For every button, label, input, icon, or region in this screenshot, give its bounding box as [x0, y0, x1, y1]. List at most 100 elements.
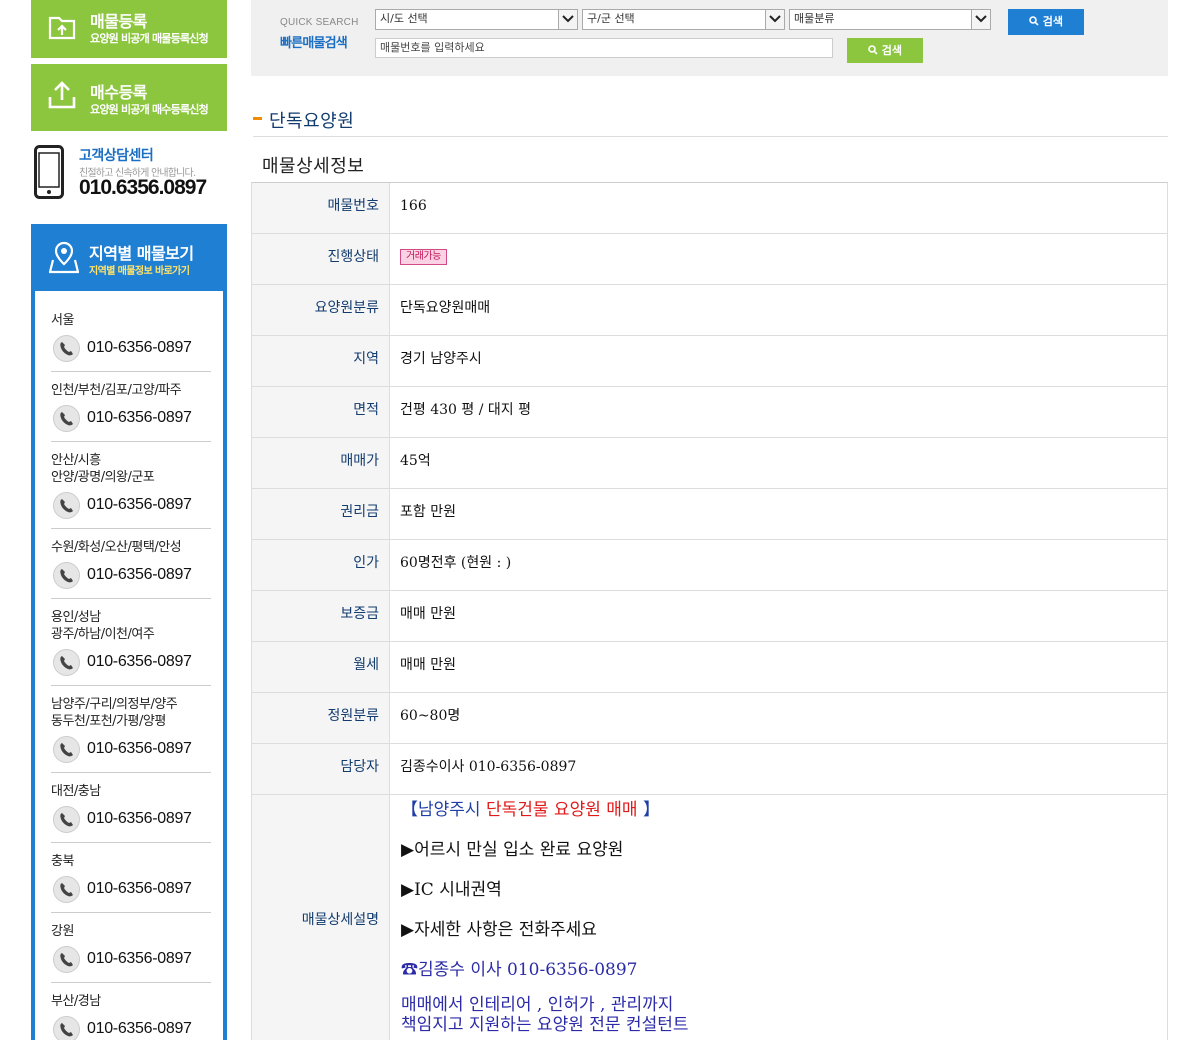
status-badge: 거래가능 — [400, 249, 447, 265]
detail-value-text: 김종수이사 010-6356-0897 — [400, 759, 577, 775]
description-line: ▶자세한 사항은 전화주세요 — [401, 920, 597, 940]
region-phone: 010-6356-0897 — [51, 647, 211, 679]
region-search-label: 검색 — [1042, 15, 1064, 28]
region-name: 인천/부천/김포/고양/파주 — [51, 383, 182, 398]
detail-value-text: 매매 만원 — [400, 657, 456, 673]
quick-search-label-en: QUICK SEARCH — [280, 17, 359, 28]
description-headline: 【남양주시 단독건물 요양원 매매 】 — [401, 799, 1161, 839]
region-panel-title: 지역별 매물보기 — [89, 244, 194, 263]
listing-number-placeholder: 매물번호를 입력하세요 — [380, 41, 485, 54]
detail-label: 정원분류 — [252, 693, 390, 743]
detail-value: 단독요양원매매 — [400, 285, 490, 331]
region-item[interactable]: 안산/시흥 안양/광명/의왕/군포 010-6356-0897 — [51, 442, 211, 529]
region-phone: 010-6356-0897 — [51, 804, 211, 836]
section-title-text: 단독요양원 — [269, 111, 355, 132]
customer-center-phone: 010.6356.0897 — [79, 176, 207, 199]
register-listing-title: 매물등록 — [90, 12, 147, 31]
detail-value-text: 60명전후 (현원 : ) — [400, 555, 512, 571]
detail-value: 포함 만원 — [400, 489, 456, 535]
detail-value-text: 166 — [400, 198, 427, 214]
detail-row: 매물번호 166 — [252, 183, 1167, 234]
region-phone-number: 010-6356-0897 — [87, 950, 192, 967]
district-select-value: 구/군 선택 — [587, 12, 635, 25]
register-listing-subtitle: 요양원 비공개 매물등록신청 — [90, 32, 209, 45]
detail-label: 지역 — [252, 336, 390, 386]
description-contact: ☎김종수 이사 010-6356-0897 — [401, 960, 638, 980]
detail-value: 경기 남양주시 — [400, 336, 482, 382]
detail-row: 담당자 김종수이사 010-6356-0897 — [252, 744, 1167, 795]
region-item[interactable]: 대전/충남 010-6356-0897 — [51, 773, 211, 843]
detail-label: 인가 — [252, 540, 390, 590]
region-name: 부산/경남 — [51, 994, 101, 1009]
region-phone: 010-6356-0897 — [51, 874, 211, 906]
map-pin-icon — [49, 241, 79, 274]
region-item[interactable]: 부산/경남 010-6356-0897 — [51, 983, 211, 1040]
search-icon — [868, 45, 878, 55]
detail-rows: 매물번호 166 진행상태 거래가능 요양원분류 단독요양원매매 지역 경기 남양주시 면적 건평… — [252, 183, 1167, 795]
detail-value: 매매 만원 — [400, 591, 456, 637]
listing-number-input[interactable]: 매물번호를 입력하세요 — [375, 38, 833, 58]
detail-value: 166 — [400, 183, 427, 229]
detail-label: 보증금 — [252, 591, 390, 641]
detail-label: 진행상태 — [252, 234, 390, 284]
phone-icon — [53, 562, 80, 589]
region-item[interactable]: 남양주/구리/의정부/양주 동두천/포천/가평/양평 010-6356-0897 — [51, 686, 211, 773]
sidebar: 매물등록 요양원 비공개 매물등록신청 매수등록 요양원 비공개 매수등록신청 … — [31, 0, 227, 211]
detail-label: 매물번호 — [252, 183, 390, 233]
quick-search-label-ko: 빠른매물검색 — [280, 36, 348, 51]
region-phone: 010-6356-0897 — [51, 944, 211, 976]
detail-value-text: 포함 만원 — [400, 504, 456, 520]
region-phone-number: 010-6356-0897 — [87, 740, 192, 757]
detail-value-text: 60~80명 — [400, 708, 461, 724]
detail-value: 매매 만원 — [400, 642, 456, 688]
region-item[interactable]: 용인/성남 광주/하남/이천/여주 010-6356-0897 — [51, 599, 211, 686]
upload-icon — [48, 81, 76, 109]
search-icon — [1029, 16, 1039, 26]
region-phone: 010-6356-0897 — [51, 490, 211, 522]
chevron-down-icon — [971, 10, 990, 29]
district-select[interactable]: 구/군 선택 — [582, 9, 785, 30]
detail-value: 거래가능 — [400, 234, 447, 280]
region-phone-number: 010-6356-0897 — [87, 880, 192, 897]
chevron-down-icon — [558, 10, 577, 29]
region-item[interactable]: 수원/화성/오산/평택/안성 010-6356-0897 — [51, 529, 211, 599]
region-phone-number: 010-6356-0897 — [87, 810, 192, 827]
description-label: 매물상세설명 — [252, 795, 390, 1040]
phone-icon — [53, 492, 80, 519]
region-phone-number: 010-6356-0897 — [87, 566, 192, 583]
region-item[interactable]: 인천/부천/김포/고양/파주 010-6356-0897 — [51, 372, 211, 442]
region-phone: 010-6356-0897 — [51, 734, 211, 766]
register-purchase-subtitle: 요양원 비공개 매수등록신청 — [90, 103, 209, 116]
detail-value-text: 건평 430 평 / 대지 평 — [400, 402, 531, 418]
region-name: 대전/충남 — [51, 784, 101, 799]
phone-icon — [53, 876, 80, 903]
category-select[interactable]: 매물분류 — [789, 9, 991, 30]
customer-center-title: 고객상담센터 — [79, 148, 154, 164]
region-search-button[interactable]: 검색 — [1008, 9, 1084, 35]
description-consult-1: 매매에서 인테리어 , 인허가 , 관리까지 — [401, 995, 674, 1015]
region-item[interactable]: 강원 010-6356-0897 — [51, 913, 211, 983]
description-line: ▶IC 시내권역 — [401, 880, 502, 900]
region-name: 서울 — [51, 313, 74, 328]
detail-value: 김종수이사 010-6356-0897 — [400, 744, 576, 790]
register-purchase-button[interactable]: 매수등록 요양원 비공개 매수등록신청 — [31, 64, 227, 131]
region-phone-number: 010-6356-0897 — [87, 653, 192, 670]
number-search-button[interactable]: 검색 — [847, 38, 923, 63]
detail-row: 지역 경기 남양주시 — [252, 336, 1167, 387]
detail-value-text: 45억 — [400, 453, 431, 469]
phone-icon — [53, 736, 80, 763]
region-phone-number: 010-6356-0897 — [87, 409, 192, 426]
city-select[interactable]: 시/도 선택 — [375, 9, 578, 30]
detail-row: 보증금 매매 만원 — [252, 591, 1167, 642]
detail-row: 월세 매매 만원 — [252, 642, 1167, 693]
detail-value: 건평 430 평 / 대지 평 — [400, 387, 531, 433]
detail-table: 매물번호 166 진행상태 거래가능 요양원분류 단독요양원매매 지역 경기 남양주시 면적 건평… — [251, 182, 1168, 1040]
region-phone-number: 010-6356-0897 — [87, 339, 192, 356]
description-consult-2: 책임지고 지원하는 요양원 전문 컨설턴트 — [401, 1015, 689, 1035]
detail-label: 매매가 — [252, 438, 390, 488]
region-item[interactable]: 충북 010-6356-0897 — [51, 843, 211, 913]
region-item[interactable]: 서울 010-6356-0897 — [51, 312, 211, 372]
register-listing-button[interactable]: 매물등록 요양원 비공개 매물등록신청 — [31, 0, 227, 58]
detail-label: 담당자 — [252, 744, 390, 794]
region-panel: 지역별 매물보기 지역별 매물정보 바로가기 서울 010-6356-0897 인천… — [31, 224, 227, 1040]
